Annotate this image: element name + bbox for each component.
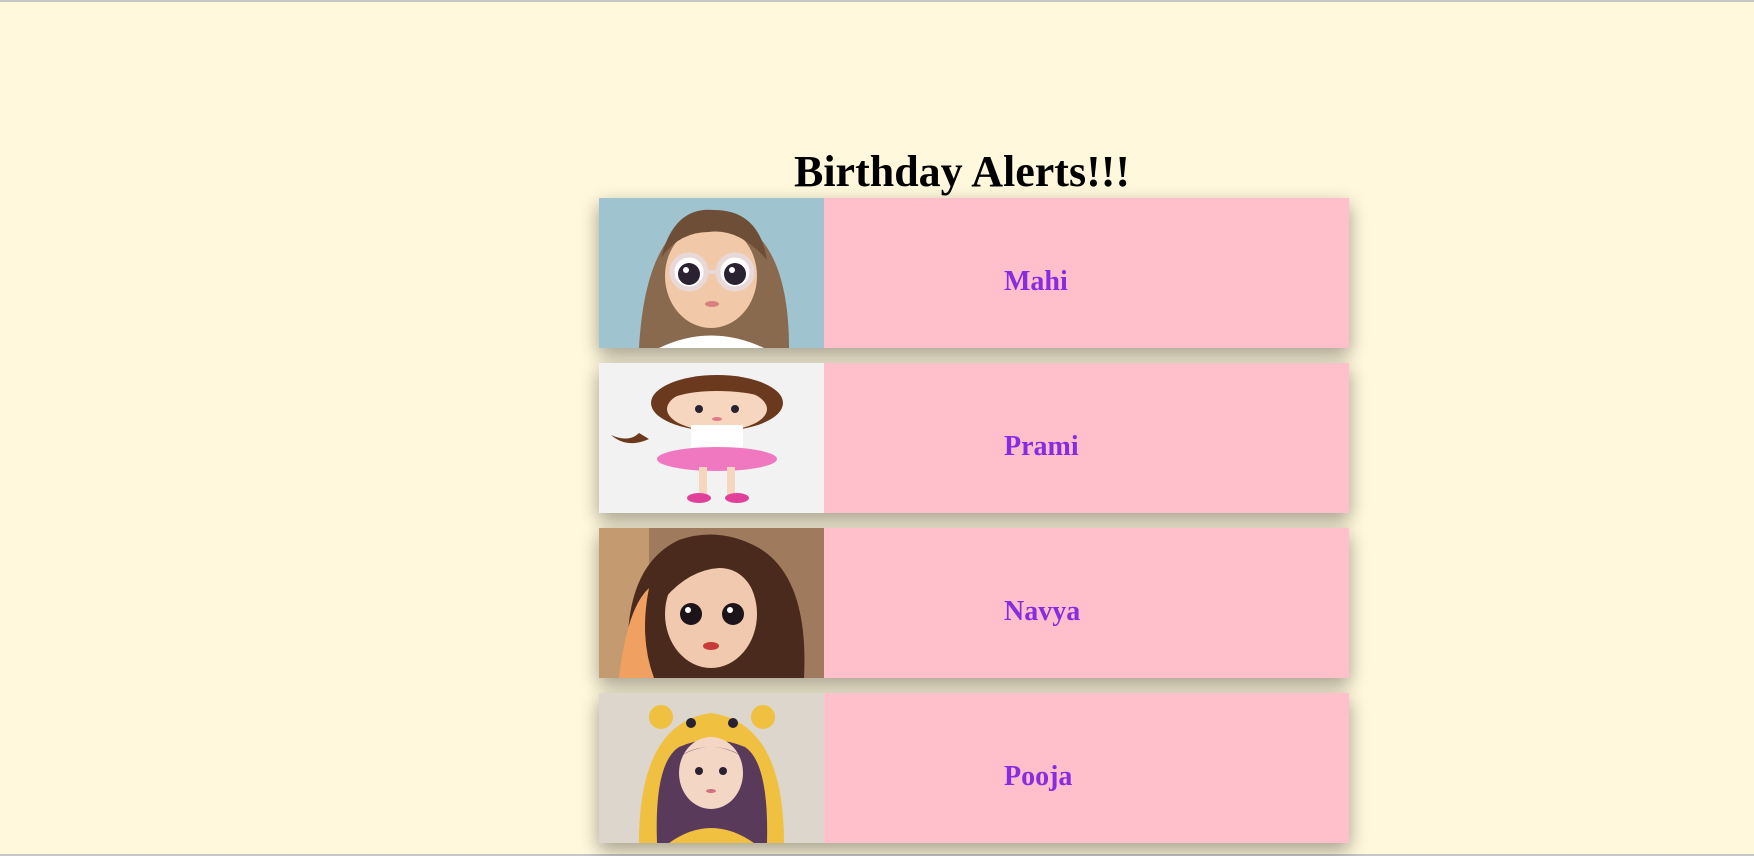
birthday-card: Prami [599, 363, 1349, 513]
cartoon-girl-bear-hoodie-avatar [599, 693, 824, 843]
cartoon-girl-glasses-avatar [599, 198, 824, 348]
page-title: Birthday Alerts!!! [793, 147, 1131, 196]
avatar [599, 528, 824, 678]
cartoon-girl-long-hair-avatar [599, 528, 824, 678]
cartoon-girl-pink-skirt-avatar [599, 363, 824, 513]
avatar [599, 693, 824, 843]
person-name: Mahi [1004, 266, 1068, 297]
avatar [599, 363, 824, 513]
birthday-card: Mahi [599, 198, 1349, 348]
person-name: Navya [1004, 596, 1081, 627]
person-name: Prami [1004, 431, 1079, 462]
birthday-card: Pooja [599, 693, 1349, 843]
birthday-list: Mahi Prami Navya Pooja [599, 198, 1349, 856]
person-name: Pooja [1004, 761, 1073, 792]
birthday-card: Navya [599, 528, 1349, 678]
avatar [599, 198, 824, 348]
birthday-alerts-page: { "page": { "title": "Birthday Alerts!!!… [0, 0, 1754, 856]
